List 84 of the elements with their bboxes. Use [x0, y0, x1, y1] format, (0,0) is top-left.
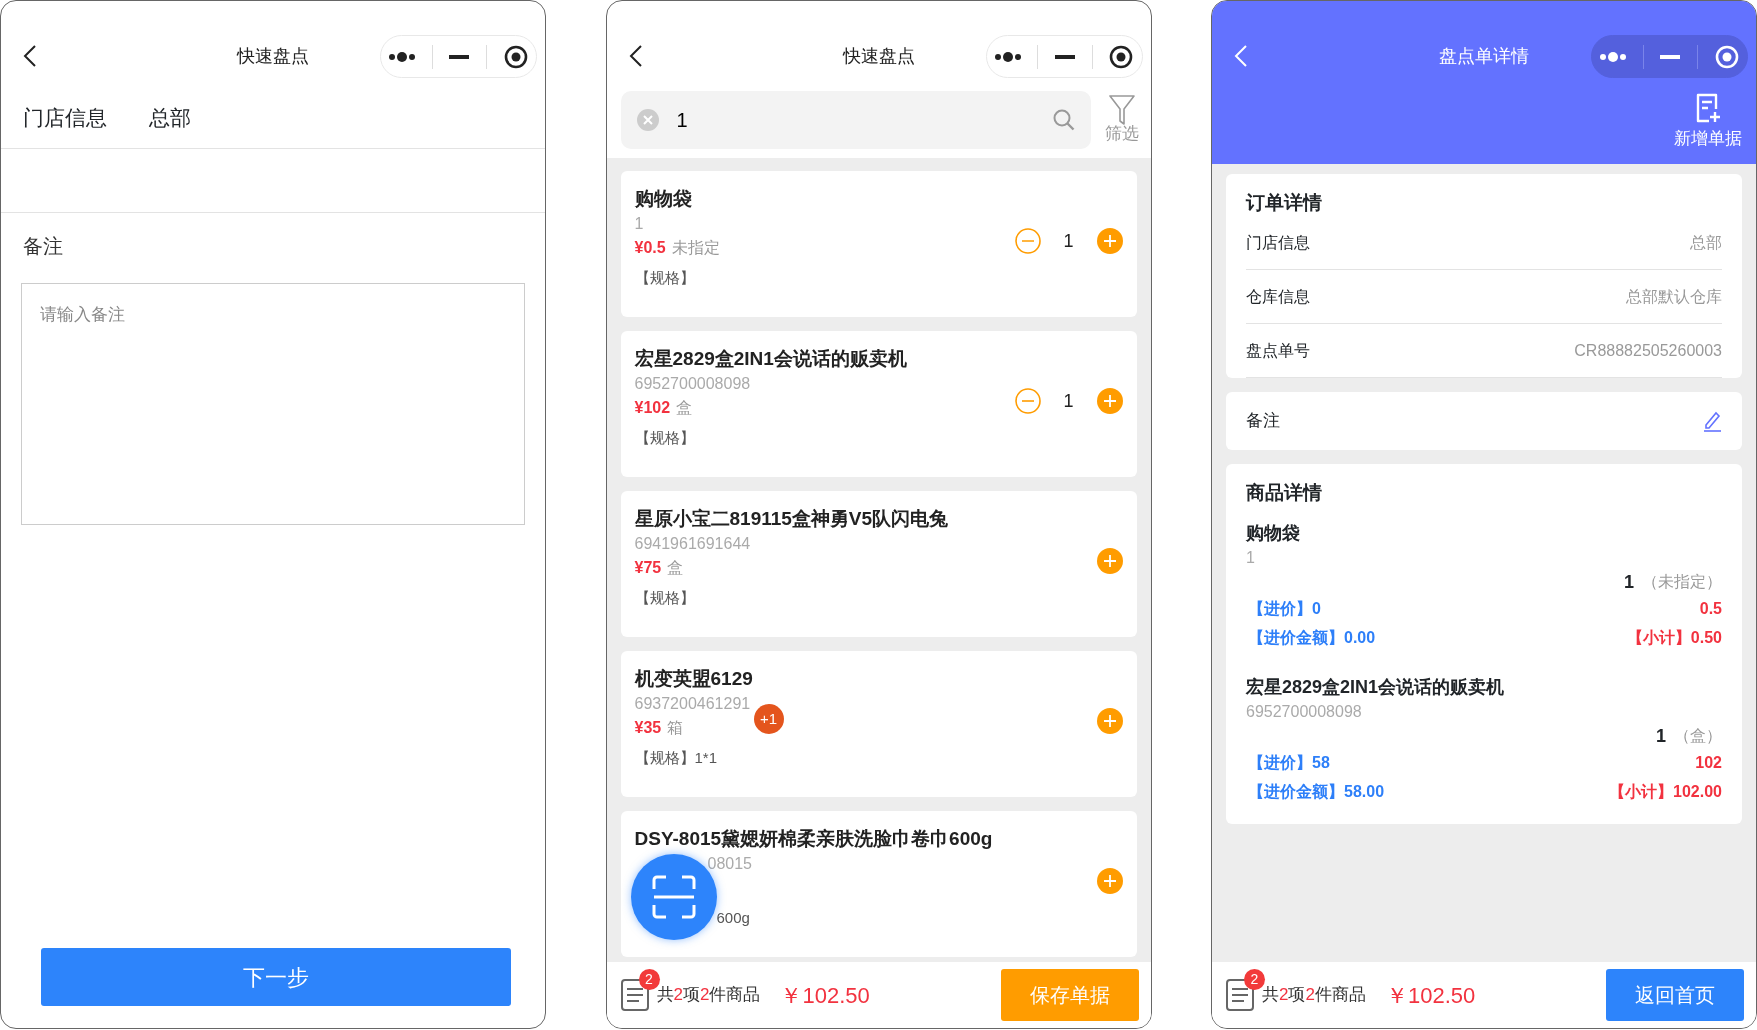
product-price: ¥35: [634, 719, 662, 736]
product-spec: 【规格】: [634, 588, 696, 608]
subtotal: 【小计】0.50: [1626, 628, 1722, 648]
count-badge: 2: [1244, 969, 1265, 990]
cost-amount: 【进价金额】0.00: [1248, 628, 1376, 648]
total-amount: ￥102.50: [780, 981, 870, 1010]
pencil-icon[interactable]: [1702, 410, 1722, 432]
field-value: 总部: [1690, 232, 1722, 253]
product-barcode: 6952700008098: [634, 374, 752, 394]
page-title: 快速盘点: [237, 44, 309, 68]
product-barcode: 6941961691644: [634, 534, 752, 554]
product-spec: 【规格】1*1: [634, 748, 719, 768]
section-title: 订单详情: [1246, 191, 1323, 215]
more-icon[interactable]: [994, 51, 1021, 62]
quantity: 1: [1062, 389, 1075, 413]
cost-price: 【进价】58: [1248, 753, 1330, 773]
field-label: 门店信息: [23, 104, 107, 131]
back-icon[interactable]: [628, 44, 643, 68]
product-name: 机变英盟6129: [634, 667, 754, 691]
product-unit: 未指定: [671, 239, 720, 256]
product-spec: 600g: [716, 908, 751, 928]
section-title: 商品详情: [1246, 481, 1323, 505]
more-icon[interactable]: [389, 51, 416, 62]
new-document-button[interactable]: 新增单据: [1674, 87, 1742, 150]
product-barcode: 08015: [707, 854, 753, 874]
field-value: CR88882505260003: [1574, 340, 1722, 361]
product-name: 宏星2829盒2IN1会说话的贩卖机: [634, 347, 908, 371]
product-barcode: 1: [634, 214, 645, 234]
product-name: 宏星2829盒2IN1会说话的贩卖机: [1246, 676, 1506, 699]
item-summary: 共2项2件商品: [1262, 984, 1366, 1007]
cost-price: 【进价】0: [1248, 599, 1321, 619]
target-icon[interactable]: [503, 44, 528, 69]
quantity: 1: [1062, 229, 1075, 253]
product-price: ¥75: [634, 559, 662, 576]
sale-price: 0.5: [1699, 599, 1722, 619]
next-button[interactable]: 下一步: [41, 948, 511, 1006]
product-unit: （未指定）: [1642, 572, 1722, 592]
scan-icon: [651, 875, 696, 919]
home-button[interactable]: 返回首页: [1606, 969, 1744, 1021]
quantity: 1: [1624, 571, 1634, 594]
subtotal: 【小计】102.00: [1609, 782, 1722, 802]
minimize-icon[interactable]: [449, 54, 470, 59]
field-value: 总部: [149, 104, 191, 131]
field-value: 总部默认仓库: [1626, 286, 1722, 307]
product-card[interactable]: DSY-8015黛媤妍棉柔亲肤洗脸巾卷巾600g 08015 600g: [620, 811, 1137, 957]
product-spec: 【规格】: [634, 428, 696, 448]
product-unit: 盒: [676, 399, 693, 416]
product-price: ¥102: [634, 399, 671, 416]
field-label: 仓库信息: [1246, 286, 1310, 307]
product-card[interactable]: 星原小宝二819115盒神勇V5队闪电兔 6941961691644 ¥75 盒 【规格】: [620, 491, 1137, 637]
field-label: 门店信息: [1246, 232, 1310, 253]
increment-badge: +1: [753, 704, 784, 734]
product-spec: 【规格】: [634, 268, 696, 288]
search-bar[interactable]: 1: [620, 90, 1091, 149]
target-icon[interactable]: [1109, 44, 1134, 69]
funnel-icon: [1108, 95, 1135, 126]
quantity: 1: [1656, 725, 1666, 748]
product-name: 星原小宝二819115盒神勇V5队闪电兔: [634, 507, 950, 531]
field-label: 备注: [22, 234, 64, 259]
product-unit: 盒: [667, 559, 684, 576]
page-title: 盘点单详情: [1439, 44, 1529, 68]
back-icon[interactable]: [23, 44, 37, 68]
field-label: 盘点单号: [1246, 340, 1310, 361]
minimize-icon[interactable]: [1055, 54, 1075, 59]
product-unit: 箱: [667, 719, 684, 736]
product-name: DSY-8015黛媤妍棉柔亲肤洗脸巾卷巾600g: [634, 827, 994, 851]
search-field[interactable]: 1: [674, 103, 1037, 136]
remark-field[interactable]: 请输入备注: [21, 283, 525, 525]
product-name: 购物袋: [634, 187, 693, 211]
product-barcode: 6937200461291: [634, 694, 752, 714]
product-price: ¥0.5: [634, 239, 666, 256]
product-name: 购物袋: [1246, 522, 1301, 545]
field-label: 备注: [1246, 410, 1280, 433]
search-icon[interactable]: [1052, 108, 1075, 131]
product-barcode: 1: [1246, 548, 1256, 568]
product-card[interactable]: 机变英盟6129 6937200461291 ¥35 箱 【规格】1*1 +1: [620, 651, 1137, 797]
page-title: 快速盘点: [842, 44, 915, 68]
count-badge: 2: [638, 969, 660, 990]
product-unit: （盒）: [1674, 726, 1722, 746]
sale-price: 102: [1695, 753, 1722, 773]
cost-amount: 【进价金额】58.00: [1248, 782, 1385, 802]
product-barcode: 6952700008098: [1246, 702, 1363, 722]
document-plus-icon: [1695, 93, 1721, 123]
total-amount: ￥102.50: [1385, 981, 1476, 1010]
